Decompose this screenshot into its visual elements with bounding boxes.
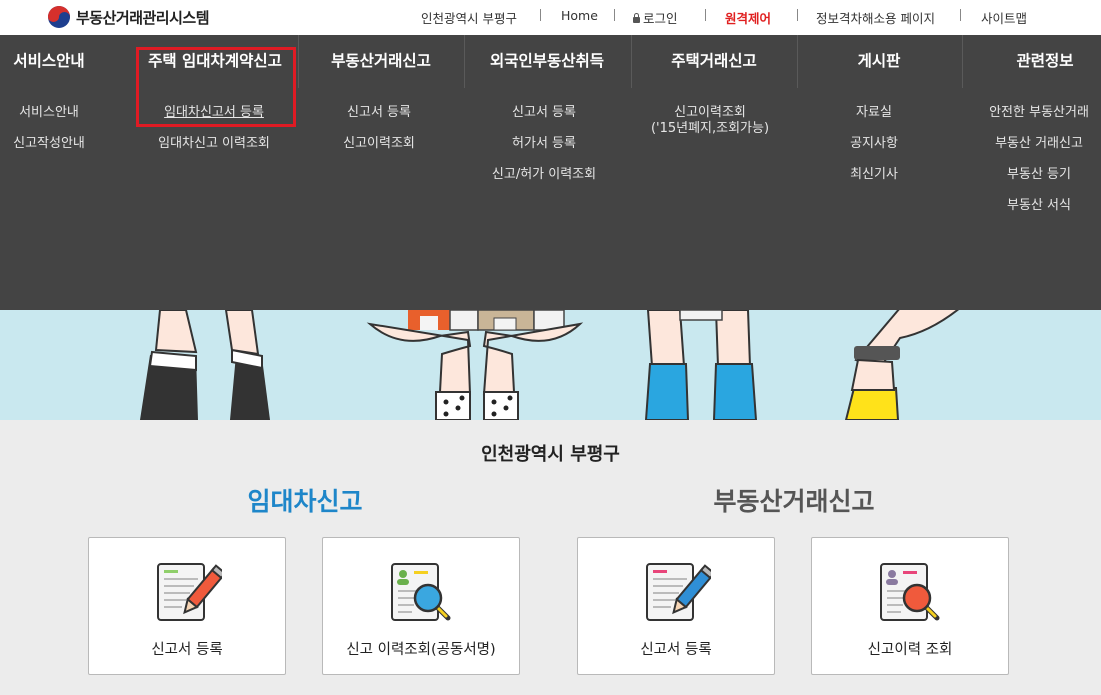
- menu-divider: [631, 35, 632, 88]
- site-logo[interactable]: 부동산거래관리시스템: [48, 5, 210, 29]
- watch-icon: [854, 346, 900, 360]
- submenu-report-writing-guide[interactable]: 신고작성안내: [13, 136, 85, 152]
- government-emblem-icon: [48, 6, 70, 28]
- menu-divider: [962, 35, 963, 88]
- logo-text: 부동산거래관리시스템: [76, 8, 210, 27]
- menu-service-guide[interactable]: 서비스안내: [13, 49, 84, 71]
- submenu-library[interactable]: 자료실: [856, 105, 892, 121]
- util-separator: [705, 9, 706, 21]
- hero-illustration: [0, 310, 1101, 420]
- remote-control-link[interactable]: 원격제어: [725, 8, 771, 27]
- menu-divider: [797, 35, 798, 88]
- transaction-report-section-title: 부동산거래신고: [713, 487, 875, 516]
- main-content: 인천광역시 부평구 임대차신고 부동산거래신고 신고서 등록 신고 이력조회(공…: [0, 420, 1101, 695]
- paper-shape: [679, 310, 723, 321]
- submenu-safe-transaction[interactable]: 안전한 부동산거래: [989, 105, 1089, 121]
- card-label: 신고서 등록: [151, 642, 223, 658]
- login-link[interactable]: 로그인: [633, 8, 678, 27]
- menu-divider: [298, 35, 299, 88]
- submenu-latest-news[interactable]: 최신기사: [850, 167, 898, 183]
- submenu-report-history[interactable]: 신고이력조회: [343, 136, 415, 152]
- login-label: 로그인: [643, 11, 678, 26]
- menu-foreigner-acquisition[interactable]: 외국인부동산취득: [490, 49, 604, 71]
- building-window-shape: [493, 317, 517, 331]
- home-link[interactable]: Home: [561, 8, 598, 23]
- menu-related-info[interactable]: 관련정보: [1016, 49, 1073, 71]
- accessibility-page-link[interactable]: 정보격차해소용 페이지: [816, 8, 935, 27]
- document-pencil-icon: [646, 563, 711, 621]
- top-bar: 부동산거래관리시스템 인천광역시 부평구 Home 로그인 원격제어 정보격차해…: [0, 0, 1101, 35]
- document-search-icon: [880, 563, 940, 621]
- hands-illustration: [140, 310, 960, 420]
- center-left-hand-shape: [366, 322, 472, 396]
- submenu-transaction-history-note: ('15년폐지,조회가능): [650, 121, 770, 136]
- submenu-forms[interactable]: 부동산 서식: [1007, 198, 1071, 214]
- util-separator: [614, 9, 615, 21]
- sitemap-link[interactable]: 사이트맵: [981, 8, 1027, 27]
- menu-board[interactable]: 게시판: [858, 49, 901, 71]
- mega-menu: 서비스안내 서비스안내 신고작성안내 주택 임대차계약신고 임대차신고서 등록 …: [0, 35, 1101, 310]
- transaction-report-history-card[interactable]: 신고이력 조회: [811, 537, 1009, 675]
- menu-housing-transaction-report[interactable]: 주택거래신고: [671, 49, 757, 71]
- util-separator: [540, 9, 541, 21]
- util-separator: [797, 9, 798, 21]
- lock-icon: [633, 13, 640, 23]
- blue-sleeve-shape: [644, 363, 690, 420]
- submenu-report-permit-history[interactable]: 신고/허가 이력조회: [492, 167, 596, 183]
- document-search-icon: [391, 563, 451, 621]
- highlight-box: [136, 47, 296, 127]
- submenu-report-register[interactable]: 신고서 등록: [347, 105, 411, 121]
- submenu-notices[interactable]: 공지사항: [850, 136, 898, 152]
- left-hand-shape: [224, 310, 260, 356]
- document-pencil-icon: [157, 563, 222, 621]
- submenu-transaction-history[interactable]: 신고이력조회: [674, 105, 746, 121]
- far-right-wrist-shape: [850, 358, 896, 391]
- submenu-permit-register[interactable]: 허가서 등록: [512, 136, 576, 152]
- submenu-foreigner-report-register[interactable]: 신고서 등록: [512, 105, 576, 121]
- menu-real-estate-report[interactable]: 부동산거래신고: [331, 49, 431, 71]
- lease-report-history-card[interactable]: 신고 이력조회(공동서명): [322, 537, 520, 675]
- card-label: 신고 이력조회(공동서명): [346, 642, 496, 658]
- card-label: 신고이력 조회: [867, 642, 953, 658]
- right-hand-shape: [646, 310, 686, 367]
- blue-sleeve-shape: [712, 363, 758, 420]
- building-window-shape: [420, 316, 438, 330]
- center-right-hand-shape: [482, 322, 584, 396]
- submenu-service-guide[interactable]: 서비스안내: [19, 105, 79, 121]
- left-cuff-shape: [148, 350, 197, 372]
- submenu-transaction-report-info[interactable]: 부동산 거래신고: [995, 136, 1083, 152]
- util-separator: [960, 9, 961, 21]
- lease-report-register-card[interactable]: 신고서 등록: [88, 537, 286, 675]
- yellow-sleeve-shape: [844, 387, 900, 420]
- submenu-registry[interactable]: 부동산 등기: [1007, 167, 1071, 183]
- menu-divider: [464, 35, 465, 88]
- region-link[interactable]: 인천광역시 부평구: [421, 8, 517, 27]
- transaction-report-register-card[interactable]: 신고서 등록: [577, 537, 775, 675]
- building-shape: [449, 310, 479, 331]
- submenu-lease-report-history[interactable]: 임대차신고 이력조회: [158, 136, 270, 152]
- center-right-sleeve-shape: [483, 391, 519, 420]
- region-title: 인천광역시 부평구: [481, 444, 620, 465]
- left-hand-shape: [154, 310, 198, 354]
- card-label: 신고서 등록: [640, 642, 712, 658]
- lease-report-section-title: 임대차신고: [247, 487, 363, 516]
- center-left-sleeve-shape: [435, 391, 471, 420]
